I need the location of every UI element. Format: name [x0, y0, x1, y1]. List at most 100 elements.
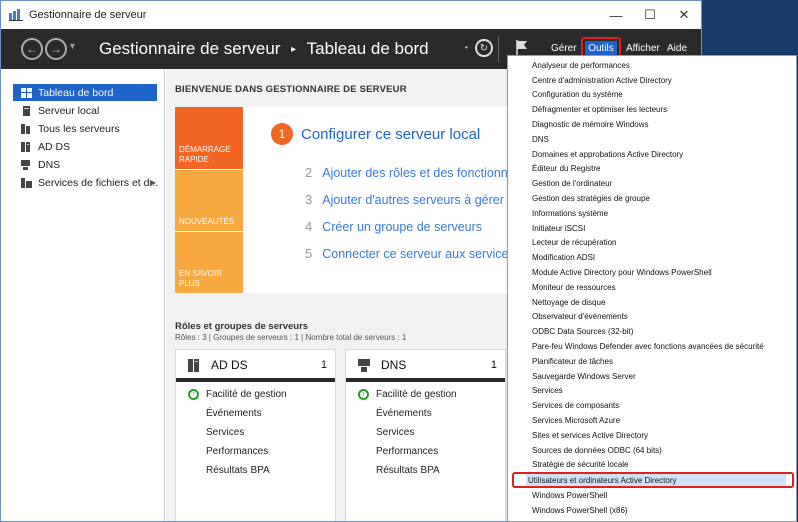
sidebar-item-local-server[interactable]: Serveur local	[1, 102, 164, 119]
adds-icon	[21, 141, 30, 152]
sidebar-item-file-services[interactable]: Services de fichiers et d... ▶	[1, 174, 164, 191]
role-card-adds[interactable]: AD DS 1 ↑ Facilité de gestion Événements …	[175, 349, 336, 521]
card-row-performance[interactable]: Performances	[176, 442, 335, 461]
sidebar-item-label: Tableau de bord	[38, 86, 114, 99]
step-add-roles[interactable]: 2 Ajouter des rôles et des fonctionnal	[305, 165, 518, 180]
sidebar-item-label: Tous les serveurs	[38, 122, 120, 135]
card-row-events[interactable]: Événements	[346, 404, 505, 423]
menu-item[interactable]: Défragmenter et optimiser les lecteurs	[508, 102, 796, 117]
close-icon[interactable]: ✕	[667, 1, 701, 29]
tile-whats-new[interactable]: NOUVEAUTÉS	[175, 170, 243, 231]
step-link[interactable]: Ajouter d'autres serveurs à gérer	[322, 193, 504, 207]
minimize-icon[interactable]: —	[599, 1, 633, 29]
menu-item-highlighted[interactable]: Utilisateurs et ordinateurs Active Direc…	[512, 472, 794, 489]
menu-item[interactable]: Services Microsoft Azure	[508, 413, 796, 428]
server-icon	[23, 105, 30, 116]
step-number: 2	[305, 165, 313, 180]
menu-item[interactable]: Services	[508, 384, 796, 399]
menu-item[interactable]: Centre d'administration Active Directory	[508, 73, 796, 88]
step-configure-local-server[interactable]: 1 Configurer ce serveur local	[271, 123, 480, 145]
menu-view[interactable]: Afficher	[626, 43, 660, 54]
card-row-bpa[interactable]: Résultats BPA	[346, 461, 505, 480]
step-link[interactable]: Configurer ce serveur local	[301, 126, 480, 143]
welcome-title: BIENVENUE DANS GESTIONNAIRE DE SERVEUR	[175, 84, 407, 95]
step-link[interactable]: Créer un groupe de serveurs	[322, 220, 482, 234]
server-manager-app-icon	[9, 9, 23, 21]
menu-item[interactable]: Modification ADSI	[508, 250, 796, 265]
menu-item[interactable]: Nettoyage de disque	[508, 295, 796, 310]
menu-help[interactable]: Aide	[667, 43, 687, 54]
menu-item[interactable]: Éditeur du Registre	[508, 162, 796, 177]
menu-item[interactable]: Pare-feu Windows Defender avec fonctions…	[508, 339, 796, 354]
row-label: Facilité de gestion	[206, 389, 287, 400]
sidebar-item-adds[interactable]: AD DS	[1, 138, 164, 155]
menu-manage[interactable]: Gérer	[551, 43, 577, 54]
sidebar-item-all-servers[interactable]: Tous les serveurs	[1, 120, 164, 137]
step-add-servers[interactable]: 3 Ajouter d'autres serveurs à gérer	[305, 192, 504, 207]
card-row-services[interactable]: Services	[346, 423, 505, 442]
card-count: 1	[490, 359, 497, 371]
refresh-icon[interactable]: ↻	[475, 39, 493, 57]
expand-arrow-icon[interactable]: ▶	[150, 178, 156, 187]
menu-item[interactable]: Services de composants	[508, 398, 796, 413]
menu-item[interactable]: Configuration du système	[508, 88, 796, 103]
tools-dropdown-menu: Analyseur de performances Centre d'admini…	[507, 55, 797, 522]
menu-item[interactable]: Observateur d'événements	[508, 310, 796, 325]
menu-item[interactable]: Domaines et approbations Active Director…	[508, 147, 796, 162]
menu-item[interactable]: Moniteur de ressources	[508, 280, 796, 295]
menu-item-label: Utilisateurs et ordinateurs Active Direc…	[526, 474, 786, 487]
step-number: 5	[305, 246, 313, 261]
card-row-bpa[interactable]: Résultats BPA	[176, 461, 335, 480]
card-row-performance[interactable]: Performances	[346, 442, 505, 461]
row-label: Événements	[206, 408, 262, 419]
menu-item[interactable]: Analyseur de performances	[508, 58, 796, 73]
menu-item[interactable]: Sites et services Active Directory	[508, 428, 796, 443]
card-header[interactable]: DNS 1	[346, 352, 505, 382]
menu-item[interactable]: Informations système	[508, 206, 796, 221]
menu-item[interactable]: ODBC Data Sources (32-bit)	[508, 324, 796, 339]
menu-item[interactable]: Sauvegarde Windows Server	[508, 369, 796, 384]
menu-item[interactable]: Lecteur de récupération	[508, 236, 796, 251]
nav-dropdown-icon[interactable]: ▼	[68, 41, 77, 51]
row-label: Services	[206, 427, 245, 438]
menu-item[interactable]: Sources de données ODBC (64 bits)	[508, 443, 796, 458]
back-button[interactable]: ←	[21, 38, 43, 60]
adds-icon	[188, 358, 199, 372]
step-create-group[interactable]: 4 Créer un groupe de serveurs	[305, 219, 482, 234]
card-row-services[interactable]: Services	[176, 423, 335, 442]
dns-icon	[21, 159, 30, 170]
role-card-dns[interactable]: DNS 1 ↑ Facilité de gestion Événements Se…	[345, 349, 506, 521]
tile-quick-start[interactable]: DÉMARRAGE RAPIDE	[175, 107, 243, 169]
step-link[interactable]: Connecter ce serveur aux services c	[322, 247, 524, 261]
card-row-manageability[interactable]: ↑ Facilité de gestion	[346, 385, 505, 404]
breadcrumb-page: Tableau de bord	[306, 39, 429, 58]
row-label: Résultats BPA	[206, 465, 270, 476]
sidebar-item-dns[interactable]: DNS	[1, 156, 164, 173]
menu-item[interactable]: Stratégie de sécurité locale	[508, 458, 796, 473]
menu-item[interactable]: Windows PowerShell	[508, 488, 796, 503]
menu-item[interactable]: Diagnostic de mémoire Windows	[508, 117, 796, 132]
dashboard-icon	[21, 87, 32, 98]
step-number: 4	[305, 219, 313, 234]
step-connect-cloud[interactable]: 5 Connecter ce serveur aux services c	[305, 246, 524, 261]
forward-button[interactable]: →	[45, 38, 67, 60]
sidebar-item-dashboard[interactable]: Tableau de bord	[13, 84, 157, 101]
menu-item[interactable]: Gestion des stratégies de groupe	[508, 191, 796, 206]
row-label: Facilité de gestion	[376, 389, 457, 400]
status-ok-icon: ↑	[358, 389, 369, 400]
menu-item[interactable]: DNS	[508, 132, 796, 147]
dns-icon	[358, 358, 370, 372]
step-link[interactable]: Ajouter des rôles et des fonctionnal	[322, 166, 517, 180]
step-number: 1	[271, 123, 293, 145]
menu-item[interactable]: Initiateur iSCSI	[508, 221, 796, 236]
menu-item[interactable]: Module Active Directory pour Windows Pow…	[508, 265, 796, 280]
row-label: Performances	[376, 446, 439, 457]
menu-item[interactable]: Planificateur de tâches	[508, 354, 796, 369]
menu-item[interactable]: Gestion de l'ordinateur	[508, 176, 796, 191]
maximize-icon[interactable]: ☐	[633, 1, 667, 29]
card-header[interactable]: AD DS 1	[176, 352, 335, 382]
card-row-manageability[interactable]: ↑ Facilité de gestion	[176, 385, 335, 404]
menu-item[interactable]: Windows PowerShell (x86)	[508, 503, 796, 518]
tile-learn-more[interactable]: EN SAVOIR PLUS	[175, 232, 243, 293]
card-row-events[interactable]: Événements	[176, 404, 335, 423]
